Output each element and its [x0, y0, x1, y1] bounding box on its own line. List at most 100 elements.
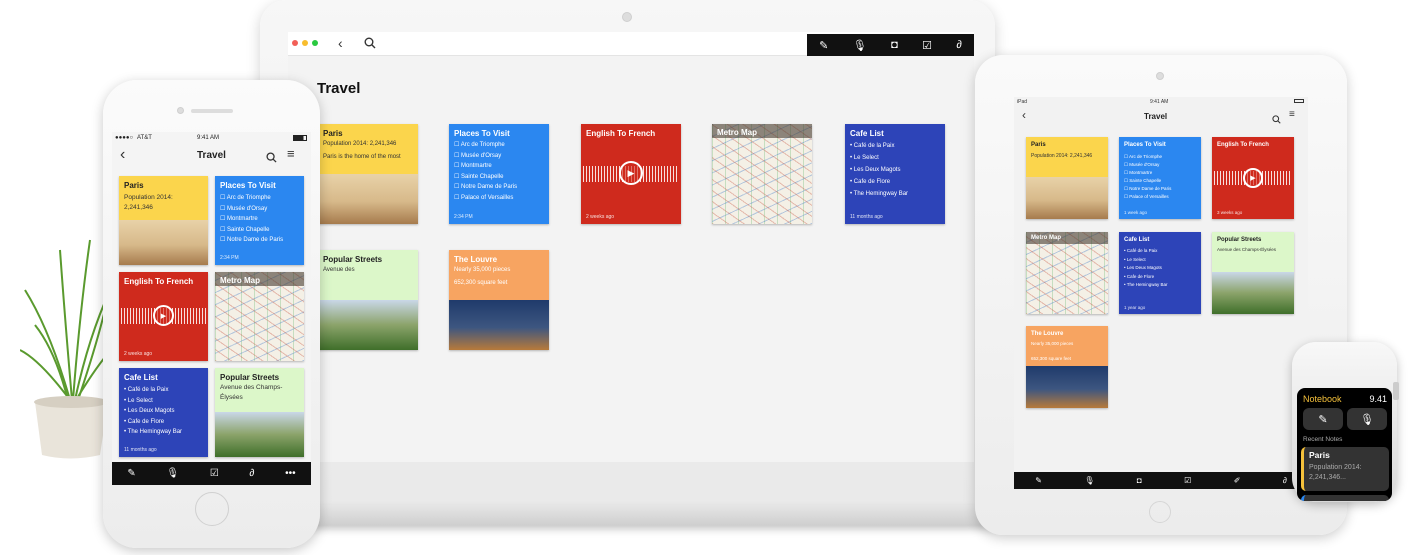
menu-icon[interactable]: ≡	[1289, 109, 1295, 120]
card-timestamp: 11 months ago	[850, 214, 883, 220]
checklist-icon[interactable]: ☑	[922, 39, 932, 52]
paperclip-icon[interactable]: ∂	[249, 468, 254, 479]
checklist-item[interactable]: ☐ Montmartre	[220, 214, 283, 225]
list-item: • The Hemingway Bar	[850, 191, 909, 197]
back-icon[interactable]: ‹	[120, 146, 125, 164]
note-card-streets[interactable]: Popular Streets Avenue des	[318, 250, 418, 350]
checklist-item[interactable]: ☐ Sainte Chapelle	[220, 225, 283, 236]
camera-icon[interactable]: ◘	[1137, 476, 1142, 485]
checklist-item[interactable]: ☐ Montmartre	[1124, 169, 1171, 177]
search-icon[interactable]	[1272, 111, 1281, 129]
window-minimize-button[interactable]	[302, 40, 308, 46]
checklist-item[interactable]: ☐ Arc de Triomphe	[1124, 153, 1171, 161]
card-text: Population 2014: 2,241,346	[1031, 153, 1093, 159]
back-icon[interactable]: ‹	[338, 35, 343, 51]
eiffel-tower-photo	[119, 220, 208, 265]
sketch-icon[interactable]: ✐	[1234, 476, 1241, 485]
checklist: ☐ Arc de Triomphe ☐ Musée d'Orsay ☐ Mont…	[1124, 153, 1171, 201]
checklist-item[interactable]: ☐ Palace of Versailles	[454, 193, 517, 204]
note-card-cafe[interactable]: Cafe List • Café de la Paix • Le Select …	[119, 368, 208, 457]
card-text: 652,300 square feet	[454, 280, 508, 286]
menu-icon[interactable]: ≡	[287, 146, 295, 161]
checklist-item[interactable]: ☐ Notre Dame de Paris	[454, 182, 517, 193]
note-card-metro[interactable]: Metro Map	[712, 124, 812, 224]
checklist-icon[interactable]: ☑	[210, 468, 219, 479]
note-card-streets[interactable]: Popular Streets Avenue des Champs-Élysée…	[1212, 232, 1294, 314]
note-card-metro[interactable]: Metro Map	[1026, 232, 1108, 314]
checklist-item[interactable]: ☐ Sainte Chapelle	[454, 172, 517, 183]
watch-note-item[interactable]: Paris Population 2014: 2,241,346...	[1301, 447, 1389, 491]
compose-icon[interactable]: ✎	[819, 39, 828, 52]
bullet-list: • Café de la Paix • Le Select • Les Deux…	[124, 385, 182, 438]
list-item: • Les Deux Magots	[1124, 265, 1162, 270]
note-card-places[interactable]: Places To Visit ☐ Arc de Triomphe ☐ Musé…	[215, 176, 304, 265]
note-card-louvre[interactable]: The Louvre Nearly 35,000 pieces 652,300 …	[449, 250, 549, 350]
checklist-item[interactable]: ☐ Palace of Versailles	[1124, 193, 1171, 201]
note-card-english[interactable]: English To French ▶ 2 weeks ago	[119, 272, 208, 361]
status-bar: iPad 9:41 AM	[1014, 97, 1308, 106]
home-button[interactable]	[1149, 501, 1171, 523]
paperclip-icon[interactable]: ∂	[1283, 476, 1287, 485]
compose-icon[interactable]: ✎	[127, 468, 135, 479]
card-title: Metro Map	[717, 128, 757, 137]
note-card-english[interactable]: English To French ▶ 2 weeks ago	[581, 124, 681, 224]
louvre-photo	[1026, 366, 1108, 408]
card-title: English To French	[1217, 142, 1269, 148]
play-icon[interactable]: ▶	[153, 305, 174, 326]
play-icon[interactable]: ▶	[1243, 168, 1263, 188]
status-carrier: AT&T	[137, 135, 152, 141]
compose-icon[interactable]: ✎	[1035, 476, 1042, 485]
microphone-icon[interactable]: 🎙︎	[166, 468, 179, 479]
search-icon[interactable]	[266, 150, 277, 168]
search-icon[interactable]	[364, 36, 376, 54]
microphone-icon[interactable]: 🎙︎	[853, 39, 867, 52]
iphone-toolbar: ✎ 🎙︎ ☑ ∂ •••	[112, 462, 311, 485]
note-card-english[interactable]: English To French ▶ 3 weeks ago	[1212, 137, 1294, 219]
note-card-cafe[interactable]: Cafe List • Café de la Paix • Le Select …	[1119, 232, 1201, 314]
window-zoom-button[interactable]	[312, 40, 318, 46]
note-card-louvre[interactable]: The Louvre Nearly 35,000 pieces 652,300 …	[1026, 326, 1108, 408]
watch-note-text: 2,241,346...	[1309, 474, 1346, 481]
watch-time: 9.41	[1369, 394, 1387, 404]
checklist-icon[interactable]: ☑	[1184, 476, 1191, 485]
laptop-toolbar: ✎ 🎙︎ ◘ ☑ ∂	[807, 34, 974, 56]
note-card-places[interactable]: Places To Visit ☐ Arc de Triomphe ☐ Musé…	[1119, 137, 1201, 219]
card-timestamp: 2 weeks ago	[586, 214, 615, 220]
checklist-item[interactable]: ☐ Musée d'Orsay	[454, 151, 517, 162]
checklist-item[interactable]: ☐ Montmartre	[454, 161, 517, 172]
note-card-metro[interactable]: Metro Map	[215, 272, 304, 361]
list-item: • Cafe de Flore	[1124, 273, 1155, 279]
note-card-paris[interactable]: Paris Population 2014: 2,241,346	[119, 176, 208, 265]
more-icon[interactable]: •••	[285, 468, 296, 479]
watch-record-button[interactable]: 🎙︎	[1347, 408, 1387, 430]
card-title: Places To Visit	[454, 129, 510, 138]
play-icon[interactable]: ▶	[619, 161, 643, 185]
checklist-item[interactable]: ☐ Arc de Triomphe	[454, 140, 517, 151]
microphone-icon[interactable]: 🎙︎	[1084, 476, 1094, 485]
note-card-places[interactable]: Places To Visit ☐ Arc de Triomphe ☐ Musé…	[449, 124, 549, 224]
camera-icon[interactable]: ◘	[891, 39, 898, 51]
iphone-camera	[177, 107, 184, 114]
checklist-item[interactable]: ☐ Sainte Chapelle	[1124, 177, 1171, 185]
home-button[interactable]	[195, 492, 229, 526]
checklist-item[interactable]: ☐ Musée d'Orsay	[220, 204, 283, 215]
window-close-button[interactable]	[292, 40, 298, 46]
back-icon[interactable]: ‹	[1022, 108, 1026, 122]
note-card-cafe[interactable]: Cafe List • Café de la Paix • Le Select …	[845, 124, 945, 224]
list-item: • The Hemingway Bar	[124, 429, 183, 435]
checklist-item[interactable]: ☐ Notre Dame de Paris	[220, 235, 283, 246]
note-card-paris[interactable]: Paris Population 2014: 2,241,346	[1026, 137, 1108, 219]
list-item: • Le Select	[124, 397, 153, 404]
checklist-item[interactable]: ☐ Notre Dame de Paris	[1124, 185, 1171, 193]
note-card-streets[interactable]: Popular Streets Avenue des Champs- Élysé…	[215, 368, 304, 457]
iphone-screen: ●●●●○ AT&T 9:41 AM ‹ Travel ≡ Paris Popu…	[112, 132, 311, 485]
note-card-paris[interactable]: Paris Population 2014: 2,241,346 Paris i…	[318, 124, 418, 224]
watch-crown[interactable]	[1393, 382, 1399, 400]
paperclip-icon[interactable]: ∂	[956, 39, 961, 51]
checklist-item[interactable]: ☐ Musée d'Orsay	[1124, 161, 1171, 169]
checklist-item[interactable]: ☐ Arc de Triomphe	[220, 193, 283, 204]
card-title: Places To Visit	[1124, 142, 1166, 148]
battery-icon	[1294, 99, 1304, 103]
watch-compose-button[interactable]: ✎	[1303, 408, 1343, 430]
card-text: 652,300 square feet	[1031, 356, 1072, 361]
